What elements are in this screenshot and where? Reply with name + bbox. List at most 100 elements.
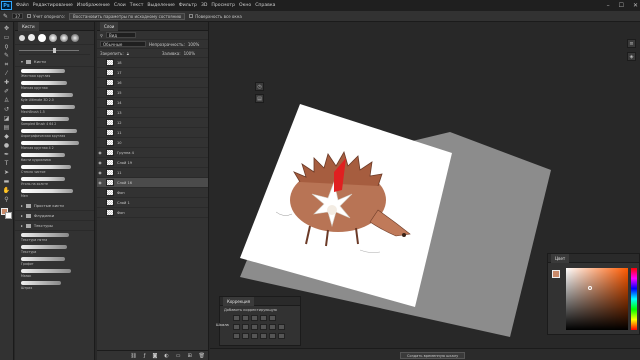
restore-button[interactable]: Восстановить параметры по исходному сост… <box>69 12 186 20</box>
eyedropper-tool-icon[interactable]: ⁄ <box>3 71 11 77</box>
brush-preset[interactable]: Sampled Brush 4 64 2 <box>15 115 94 127</box>
gradient-tool-icon[interactable]: ▤ <box>3 125 11 131</box>
minimize-icon[interactable]: – <box>607 2 610 9</box>
lasso-tool-icon[interactable]: ϙ <box>3 44 11 50</box>
opacity-value[interactable]: 100% <box>188 42 199 47</box>
brush-preset[interactable]: Уголь на холсте <box>15 175 94 187</box>
properties-icon[interactable]: ≡ <box>627 39 636 48</box>
adjustment-icon[interactable]: ◐ <box>164 353 168 359</box>
menu-item[interactable]: Текст <box>130 3 144 8</box>
history-icon[interactable]: ◷ <box>255 82 264 91</box>
preset-circle-1[interactable] <box>19 34 25 41</box>
layer-row[interactable]: Фон <box>97 188 208 198</box>
menu-item[interactable]: Изображение <box>77 3 110 8</box>
layer-row[interactable]: 11 <box>97 128 208 138</box>
posterize-icon[interactable] <box>242 333 249 339</box>
brush-preset[interactable]: Мел <box>15 187 94 199</box>
layer-row[interactable]: 14 <box>97 98 208 108</box>
selective-color-icon[interactable] <box>260 333 267 339</box>
color-balance-icon[interactable] <box>251 324 258 330</box>
menu-item[interactable]: Редактирование <box>33 3 73 8</box>
menu-item[interactable]: Слои <box>114 3 126 8</box>
levels-icon[interactable] <box>242 315 249 321</box>
shape-tool-icon[interactable]: ▬ <box>3 179 11 185</box>
move-tool-icon[interactable]: ✥ <box>3 26 11 32</box>
preset-circle-6[interactable] <box>71 33 79 42</box>
background-color[interactable] <box>4 212 12 219</box>
invert-icon[interactable] <box>233 333 240 339</box>
gradient-fill-icon[interactable] <box>278 333 285 339</box>
menu-item[interactable]: Выделение <box>147 3 174 8</box>
pen-tool-icon[interactable]: ✒ <box>3 152 11 158</box>
layer-row[interactable]: 16 <box>97 78 208 88</box>
brush-preset[interactable]: Жесткая круглая <box>15 67 94 79</box>
dodge-tool-icon[interactable]: ● <box>3 143 11 149</box>
navigator-icon[interactable]: ◈ <box>627 52 636 61</box>
new-layer-icon[interactable]: ⊞ <box>187 353 191 359</box>
brightness-icon[interactable] <box>233 315 240 321</box>
lookup-icon[interactable] <box>269 333 276 339</box>
brush-tool-icon[interactable]: ✎ <box>3 13 8 20</box>
all-windows-checkbox[interactable]: Поверхность все окна <box>189 13 242 19</box>
healing-tool-icon[interactable]: ✚ <box>3 80 11 86</box>
timeline-tab[interactable]: Шкала <box>216 323 229 327</box>
brush-preset[interactable]: Текстура пятна <box>15 231 94 243</box>
mask-icon[interactable]: ◙ <box>152 353 157 359</box>
delete-icon[interactable]: 🗑︎ <box>199 353 205 359</box>
fx-icon[interactable]: ƒ <box>144 353 146 359</box>
brush-preset[interactable]: Мазок <box>15 267 94 279</box>
brush-preset[interactable]: Стекло чистое <box>15 163 94 175</box>
type-tool-icon[interactable]: T <box>3 161 11 167</box>
brush-folder[interactable]: ▸ Текстуры <box>15 221 94 231</box>
brush-preset[interactable]: Штрих <box>15 279 94 291</box>
color-tab[interactable]: Цвет <box>551 253 570 263</box>
photo-filter-icon[interactable] <box>269 324 276 330</box>
color-fg-swatch[interactable] <box>552 270 560 278</box>
preset-circle-3[interactable] <box>38 33 46 42</box>
preset-circle-2[interactable] <box>28 34 35 41</box>
blend-mode-select[interactable]: Обычные <box>100 41 146 47</box>
menu-item[interactable]: Файл <box>16 3 29 8</box>
layer-row[interactable]: 12 <box>97 118 208 128</box>
layer-row[interactable]: ◉ Слой 19 <box>97 158 208 168</box>
preset-circle-4[interactable] <box>49 33 57 42</box>
color-picker-marker[interactable] <box>588 286 592 290</box>
color-swatches[interactable] <box>0 208 13 220</box>
layer-row[interactable]: ◉ Группа 4 <box>97 148 208 158</box>
hand-tool-icon[interactable]: ✋ <box>3 188 11 194</box>
brush-preset[interactable]: Текстура <box>15 243 94 255</box>
gradient-map-icon[interactable] <box>269 315 276 321</box>
fill-value[interactable]: 100% <box>184 51 195 56</box>
brush-folder[interactable]: ▸ Флудилки <box>15 211 94 221</box>
crop-tool-icon[interactable]: ⌗ <box>3 62 11 68</box>
menu-item[interactable]: Просмотр <box>211 3 235 8</box>
vibrance-icon[interactable] <box>233 324 240 330</box>
layer-row[interactable]: Фон <box>97 208 208 218</box>
visibility-eye-icon[interactable]: ◉ <box>97 170 103 175</box>
channel-mixer-icon[interactable] <box>278 324 285 330</box>
history-brush-icon[interactable]: ↺ <box>3 107 11 113</box>
zoom-tool-icon[interactable]: ⚲ <box>3 197 11 203</box>
layer-row[interactable]: 15 <box>97 88 208 98</box>
layer-row[interactable]: 17 <box>97 68 208 78</box>
brush-folder[interactable]: ▸ Простые кисти <box>15 201 94 211</box>
blur-tool-icon[interactable]: ◆ <box>3 134 11 140</box>
hue-sat-icon[interactable] <box>242 324 249 330</box>
menu-item[interactable]: Фильтр <box>179 3 197 8</box>
create-timeline-button[interactable]: Создать временную шкалу <box>400 352 466 359</box>
marquee-tool-icon[interactable]: ▭ <box>3 35 11 41</box>
hue-slider[interactable] <box>631 268 637 330</box>
brush-preset[interactable]: Мягкая круглая <box>15 79 94 91</box>
stamp-tool-icon[interactable]: ♙ <box>3 98 11 104</box>
brush-tool-icon[interactable]: ✐ <box>3 89 11 95</box>
new-group-icon[interactable]: ▭ <box>176 353 181 359</box>
sample-checkbox[interactable]: Учет опорного: <box>27 13 65 19</box>
quick-select-tool-icon[interactable]: ✎ <box>3 53 11 59</box>
curves-icon[interactable] <box>251 315 258 321</box>
visibility-eye-icon[interactable]: ◉ <box>97 150 103 155</box>
collapse-panel-icon[interactable]: ▤ <box>255 94 264 103</box>
close-icon[interactable]: ✕ <box>633 2 638 9</box>
brush-preset[interactable]: Кисти художника <box>15 151 94 163</box>
color-field[interactable] <box>566 268 628 330</box>
brush-preset[interactable]: Графит <box>15 255 94 267</box>
